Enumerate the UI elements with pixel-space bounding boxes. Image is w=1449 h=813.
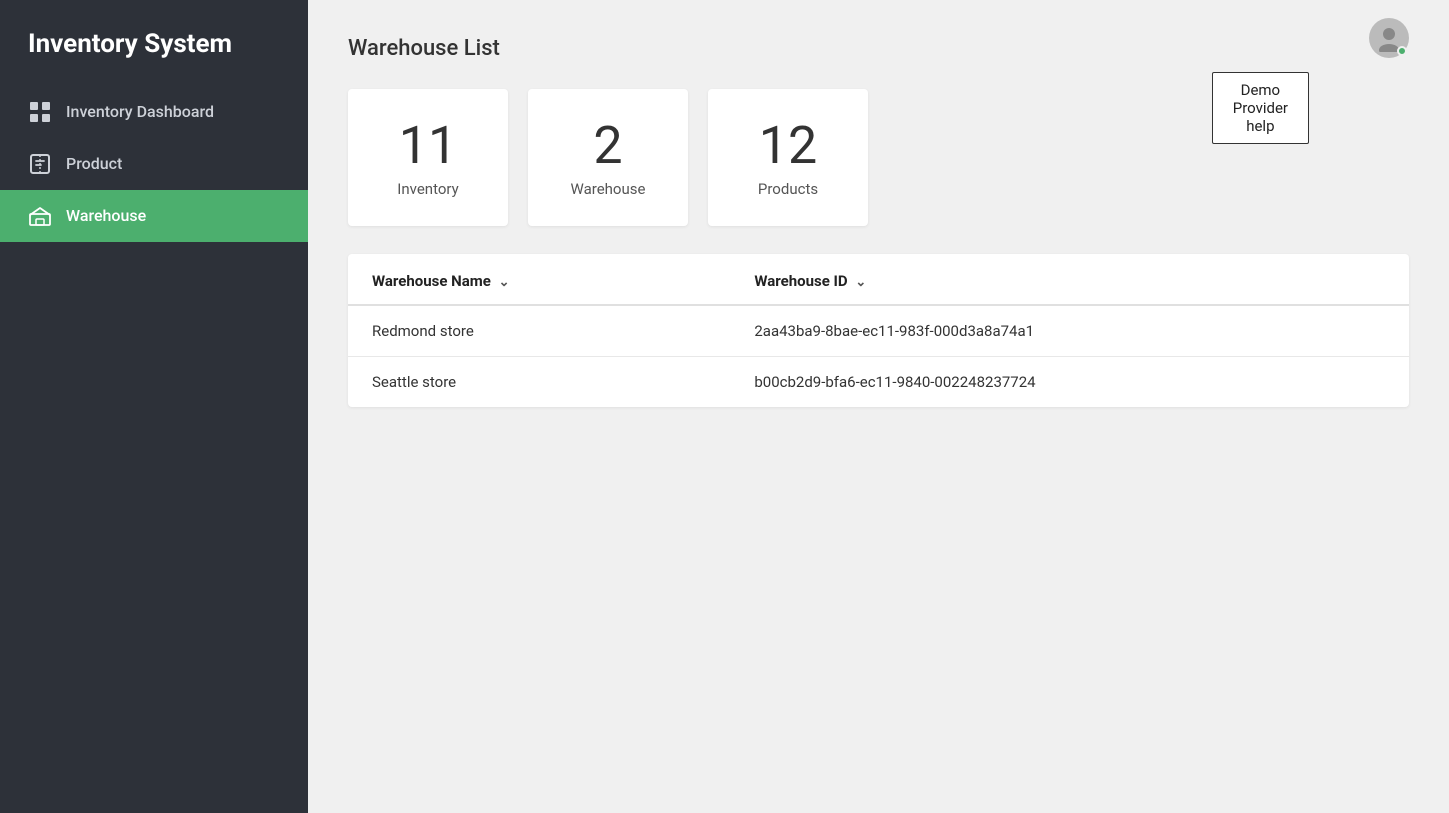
avatar[interactable]	[1369, 18, 1409, 58]
inventory-count: 11	[399, 117, 457, 174]
warehouse-id-cell: 2aa43ba9-8bae-ec11-983f-000d3a8a74a1	[730, 305, 1409, 357]
inventory-stat-card: 11 Inventory	[348, 89, 508, 226]
sidebar-item-label: Inventory Dashboard	[66, 102, 214, 121]
avatar-status-dot	[1397, 46, 1407, 56]
sort-icon-name: ⌄	[499, 275, 510, 290]
warehouse-label: Warehouse	[571, 180, 646, 198]
table-header-row: Warehouse Name ⌄ Warehouse ID ⌄	[348, 254, 1409, 305]
app-title: Inventory System	[0, 0, 308, 86]
sidebar: Inventory System Inventory Dashboard	[0, 0, 308, 813]
page-title: Warehouse List	[348, 36, 1409, 61]
demo-help-button[interactable]: Demo Provider help	[1212, 72, 1309, 144]
warehouse-stat-card: 2 Warehouse	[528, 89, 688, 226]
products-label: Products	[758, 180, 818, 198]
warehouse-id-cell: b00cb2d9-bfa6-ec11-9840-002248237724	[730, 357, 1409, 408]
sort-icon-id: ⌄	[855, 275, 866, 290]
column-header-name[interactable]: Warehouse Name ⌄	[348, 254, 730, 305]
main-content: Demo Provider help Warehouse List 11 Inv…	[308, 0, 1449, 813]
warehouse-name-cell: Seattle store	[348, 357, 730, 408]
warehouse-table: Warehouse Name ⌄ Warehouse ID ⌄ Redmond …	[348, 254, 1409, 407]
table-row[interactable]: Redmond store2aa43ba9-8bae-ec11-983f-000…	[348, 305, 1409, 357]
sidebar-item-label: Warehouse	[66, 206, 146, 225]
sidebar-item-product[interactable]: Product	[0, 138, 308, 190]
warehouse-icon	[28, 204, 52, 228]
column-header-id[interactable]: Warehouse ID ⌄	[730, 254, 1409, 305]
products-stat-card: 12 Products	[708, 89, 868, 226]
table-body: Redmond store2aa43ba9-8bae-ec11-983f-000…	[348, 305, 1409, 407]
sidebar-item-inventory-dashboard[interactable]: Inventory Dashboard	[0, 86, 308, 138]
warehouse-name-cell: Redmond store	[348, 305, 730, 357]
sidebar-item-label: Product	[66, 154, 122, 173]
sidebar-nav: Inventory Dashboard Product Warehouse	[0, 86, 308, 242]
inventory-label: Inventory	[397, 180, 458, 198]
product-icon	[28, 152, 52, 176]
warehouse-count: 2	[593, 117, 622, 174]
dashboard-icon	[28, 100, 52, 124]
warehouse-table-container: Warehouse Name ⌄ Warehouse ID ⌄ Redmond …	[348, 254, 1409, 407]
sidebar-item-warehouse[interactable]: Warehouse	[0, 190, 308, 242]
table-row[interactable]: Seattle storeb00cb2d9-bfa6-ec11-9840-002…	[348, 357, 1409, 408]
products-count: 12	[759, 117, 817, 174]
topbar-right	[1369, 18, 1409, 58]
